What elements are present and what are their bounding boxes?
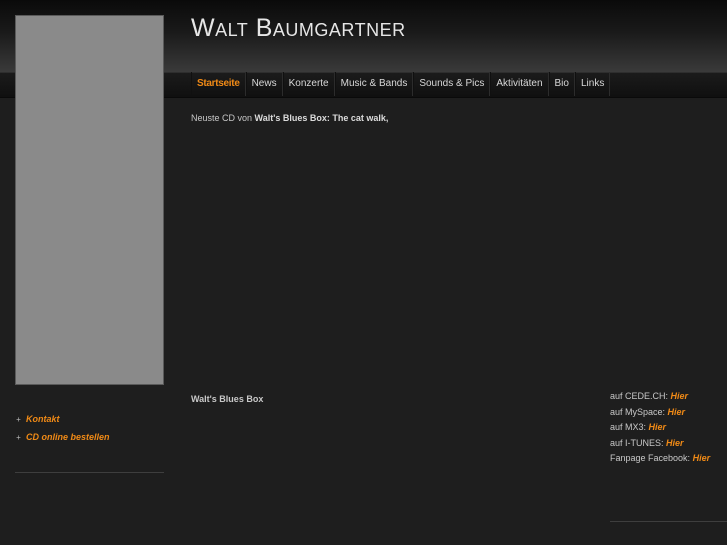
nav-item-bio[interactable]: Bio <box>548 72 575 96</box>
buy-link-itunes: auf I-TUNES: Hier <box>610 436 710 452</box>
main-nav: Startseite News Konzerte Music & Bands S… <box>191 72 611 96</box>
buy-link-text: auf I-TUNES: <box>610 437 664 448</box>
buy-link-hier[interactable]: Hier <box>668 407 686 417</box>
buy-link-text: auf MySpace: <box>610 406 666 417</box>
intro-prefix: Neuste CD von <box>191 113 253 123</box>
sidebar-image <box>15 15 164 385</box>
right-divider <box>610 521 727 522</box>
buy-link-mx3: auf MX3: Hier <box>610 420 710 436</box>
buy-link-hier[interactable]: Hier <box>671 391 689 401</box>
bullet-icon: + <box>16 432 21 442</box>
sidebar-link-label[interactable]: CD online bestellen <box>26 432 110 442</box>
buy-link-hier[interactable]: Hier <box>666 438 684 448</box>
buy-link-hier[interactable]: Hier <box>649 422 667 432</box>
site-title: Walt Baumgartner <box>191 14 406 42</box>
buy-links: auf CEDE.CH: Hier auf MySpace: Hier auf … <box>610 389 710 467</box>
buy-link-myspace: auf MySpace: Hier <box>610 405 710 421</box>
nav-item-startseite[interactable]: Startseite <box>191 72 246 96</box>
buy-link-text: auf MX3: <box>610 422 647 432</box>
sidebar-link-label[interactable]: Kontakt <box>26 414 60 424</box>
nav-item-music-bands[interactable]: Music & Bands <box>334 72 414 96</box>
intro-cd-title: Walt's Blues Box: The cat walk, <box>254 113 389 123</box>
nav-item-konzerte[interactable]: Konzerte <box>282 72 335 96</box>
buy-link-facebook: Fanpage Facebook: Hier <box>610 451 710 467</box>
buy-link-hier[interactable]: Hier <box>693 453 711 463</box>
nav-item-aktivitaeten[interactable]: Aktivitäten <box>490 72 549 96</box>
bullet-icon: + <box>16 414 21 424</box>
sidebar-divider <box>15 472 164 473</box>
nav-item-links[interactable]: Links <box>574 72 611 96</box>
nav-item-news[interactable]: News <box>245 72 283 96</box>
sidebar-link-cd-bestellen[interactable]: + CD online bestellen <box>15 428 110 446</box>
buy-link-text: auf CEDE.CH: <box>610 391 669 401</box>
nav-item-sounds-pics[interactable]: Sounds & Pics <box>413 72 491 96</box>
section-title: Walt's Blues Box <box>191 394 264 404</box>
intro-text: Neuste CD von Walt's Blues Box: The cat … <box>191 113 388 123</box>
sidebar-links: + Kontakt + CD online bestellen <box>15 410 110 446</box>
sidebar-link-kontakt[interactable]: + Kontakt <box>15 410 110 428</box>
buy-link-cede: auf CEDE.CH: Hier <box>610 389 710 405</box>
buy-link-text: Fanpage Facebook: <box>610 453 691 463</box>
